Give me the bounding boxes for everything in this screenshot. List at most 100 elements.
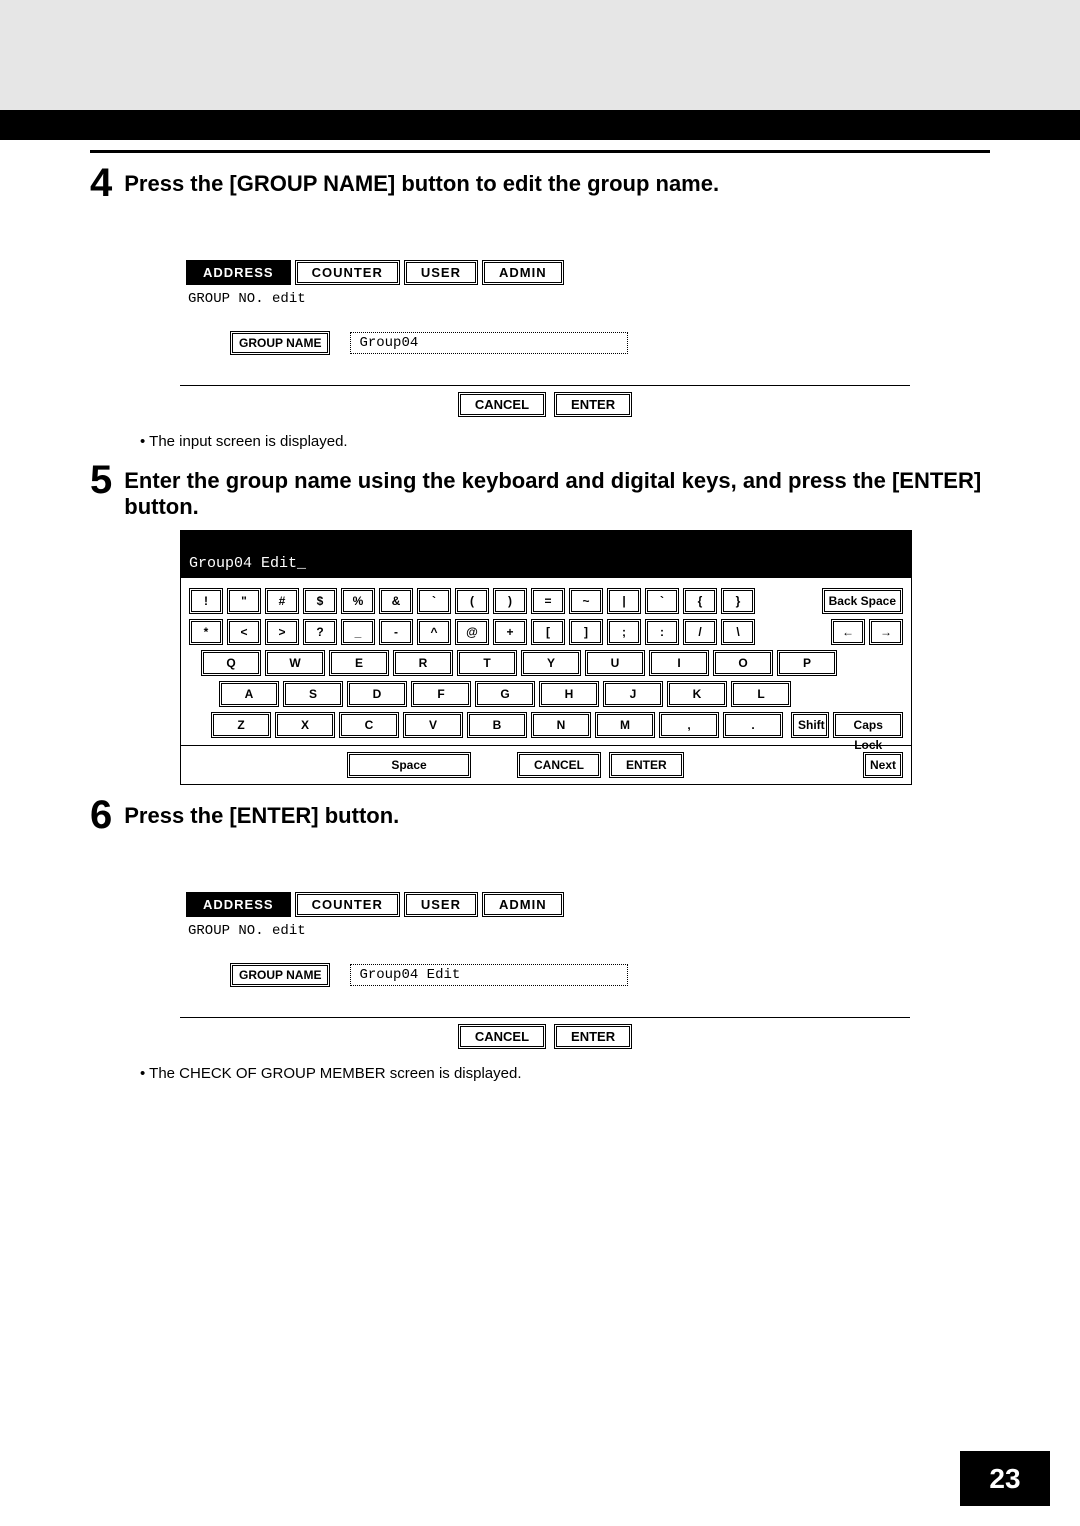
key[interactable]: * bbox=[189, 619, 223, 645]
key[interactable]: @ bbox=[455, 619, 489, 645]
step-text: Enter the group name using the keyboard … bbox=[124, 468, 990, 520]
key[interactable]: ^ bbox=[417, 619, 451, 645]
key[interactable]: ) bbox=[493, 588, 527, 614]
key[interactable]: % bbox=[341, 588, 375, 614]
key[interactable]: / bbox=[683, 619, 717, 645]
group-name-field[interactable]: Group04 Edit bbox=[350, 964, 628, 986]
key[interactable]: X bbox=[275, 712, 335, 738]
arrow-right-key[interactable]: → bbox=[869, 619, 903, 645]
enter-button[interactable]: ENTER bbox=[554, 1024, 632, 1049]
key[interactable]: N bbox=[531, 712, 591, 738]
key[interactable]: # bbox=[265, 588, 299, 614]
key[interactable]: . bbox=[723, 712, 783, 738]
tab-counter[interactable]: COUNTER bbox=[295, 260, 400, 285]
keyboard-footer: Space CANCEL ENTER Next bbox=[181, 746, 911, 784]
key[interactable]: Q bbox=[201, 650, 261, 676]
key[interactable]: R bbox=[393, 650, 453, 676]
key[interactable]: F bbox=[411, 681, 471, 707]
key[interactable]: " bbox=[227, 588, 261, 614]
key[interactable]: ( bbox=[455, 588, 489, 614]
bullet-note: The CHECK OF GROUP MEMBER screen is disp… bbox=[140, 1065, 990, 1082]
group-name-field[interactable]: Group04 bbox=[350, 332, 628, 354]
key[interactable]: | bbox=[607, 588, 641, 614]
screen-subtitle: GROUP NO. edit bbox=[180, 919, 910, 943]
cancel-button[interactable]: CANCEL bbox=[458, 392, 546, 417]
key[interactable]: U bbox=[585, 650, 645, 676]
key[interactable]: V bbox=[403, 712, 463, 738]
key[interactable]: W bbox=[265, 650, 325, 676]
key[interactable]: E bbox=[329, 650, 389, 676]
tab-user[interactable]: USER bbox=[404, 260, 478, 285]
tab-counter[interactable]: COUNTER bbox=[295, 892, 400, 917]
cancel-button[interactable]: CANCEL bbox=[458, 1024, 546, 1049]
tab-admin[interactable]: ADMIN bbox=[482, 260, 564, 285]
key[interactable]: ] bbox=[569, 619, 603, 645]
key[interactable]: Y bbox=[521, 650, 581, 676]
keyboard-row-4: A S D F G H J K L bbox=[189, 681, 903, 707]
keyboard-row-5: Z X C V B N M , . Shift Caps Lock bbox=[189, 712, 903, 738]
horizontal-rule bbox=[90, 150, 990, 153]
tab-address[interactable]: ADDRESS bbox=[186, 892, 291, 917]
key[interactable]: { bbox=[683, 588, 717, 614]
tab-admin[interactable]: ADMIN bbox=[482, 892, 564, 917]
key[interactable]: = bbox=[531, 588, 565, 614]
key[interactable]: $ bbox=[303, 588, 337, 614]
key[interactable]: S bbox=[283, 681, 343, 707]
arrow-left-key[interactable]: ← bbox=[831, 619, 865, 645]
key[interactable]: , bbox=[659, 712, 719, 738]
key[interactable]: P bbox=[777, 650, 837, 676]
key[interactable]: - bbox=[379, 619, 413, 645]
backspace-key[interactable]: Back Space bbox=[822, 588, 903, 614]
key[interactable]: ~ bbox=[569, 588, 603, 614]
key[interactable]: + bbox=[493, 619, 527, 645]
key[interactable]: } bbox=[721, 588, 755, 614]
cancel-button[interactable]: CANCEL bbox=[517, 752, 601, 778]
key[interactable]: M bbox=[595, 712, 655, 738]
key[interactable]: [ bbox=[531, 619, 565, 645]
tabs-row: ADDRESS COUNTER USER ADMIN bbox=[180, 258, 910, 287]
key[interactable]: Z bbox=[211, 712, 271, 738]
key[interactable]: L bbox=[731, 681, 791, 707]
page-number: 23 bbox=[960, 1451, 1050, 1506]
key[interactable]: C bbox=[339, 712, 399, 738]
keyboard-row-2: * < > ? _ - ^ @ + [ ] ; : / \ ← → bbox=[189, 619, 903, 645]
key[interactable]: ` bbox=[417, 588, 451, 614]
enter-button[interactable]: ENTER bbox=[609, 752, 684, 778]
enter-button[interactable]: ENTER bbox=[554, 392, 632, 417]
top-gray-band bbox=[0, 0, 1080, 110]
key[interactable]: T bbox=[457, 650, 517, 676]
key[interactable]: ? bbox=[303, 619, 337, 645]
key[interactable]: ! bbox=[189, 588, 223, 614]
key[interactable]: ; bbox=[607, 619, 641, 645]
keyboard-title: Group04 Edit_ bbox=[181, 531, 911, 578]
capslock-key[interactable]: Caps Lock bbox=[833, 712, 903, 738]
key[interactable]: I bbox=[649, 650, 709, 676]
screen-subtitle: GROUP NO. edit bbox=[180, 287, 910, 311]
key[interactable]: ` bbox=[645, 588, 679, 614]
key[interactable]: > bbox=[265, 619, 299, 645]
key[interactable]: O bbox=[713, 650, 773, 676]
key[interactable]: K bbox=[667, 681, 727, 707]
tab-user[interactable]: USER bbox=[404, 892, 478, 917]
space-key[interactable]: Space bbox=[347, 752, 471, 778]
key[interactable]: < bbox=[227, 619, 261, 645]
screenshot-keyboard: Group04 Edit_ ! " # $ % & ` ( ) = ~ | ` … bbox=[180, 530, 912, 785]
next-button[interactable]: Next bbox=[863, 752, 903, 778]
dialog-footer: CANCEL ENTER bbox=[180, 385, 910, 423]
shift-key[interactable]: Shift bbox=[791, 712, 829, 738]
key[interactable]: H bbox=[539, 681, 599, 707]
key[interactable]: \ bbox=[721, 619, 755, 645]
tab-address[interactable]: ADDRESS bbox=[186, 260, 291, 285]
key[interactable]: B bbox=[467, 712, 527, 738]
key[interactable]: A bbox=[219, 681, 279, 707]
key[interactable]: J bbox=[603, 681, 663, 707]
key[interactable]: : bbox=[645, 619, 679, 645]
key[interactable]: G bbox=[475, 681, 535, 707]
key[interactable]: & bbox=[379, 588, 413, 614]
key[interactable]: D bbox=[347, 681, 407, 707]
step-text: Press the [ENTER] button. bbox=[124, 803, 399, 829]
keyboard-row-1: ! " # $ % & ` ( ) = ~ | ` { } Back Space bbox=[189, 588, 903, 614]
group-name-button[interactable]: GROUP NAME bbox=[230, 963, 330, 987]
key[interactable]: _ bbox=[341, 619, 375, 645]
group-name-button[interactable]: GROUP NAME bbox=[230, 331, 330, 355]
